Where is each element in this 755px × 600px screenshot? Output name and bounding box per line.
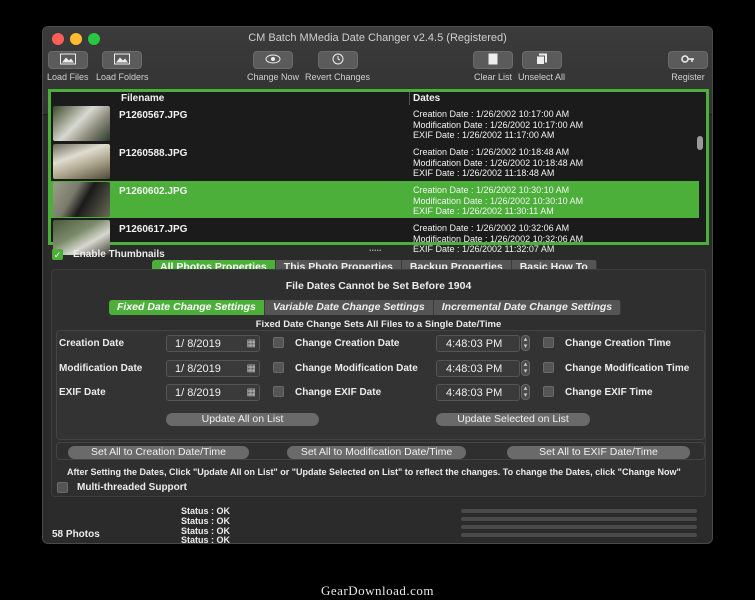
change-creation-time-checkbox[interactable] — [543, 337, 554, 348]
progress-bar — [461, 517, 697, 521]
clock-icon — [332, 53, 344, 67]
status-line: Status : OK — [181, 535, 231, 544]
revert-changes-button[interactable]: Revert Changes — [305, 51, 370, 82]
set-all-creation-button[interactable]: Set All to Creation Date/Time — [68, 446, 249, 459]
file-name: P1260602.JPG — [119, 186, 188, 197]
file-dates: Creation Date : 1/26/2002 10:32:06 AM Mod… — [413, 223, 584, 254]
progress-bar — [461, 509, 697, 513]
list-header: Filename Dates — [51, 92, 706, 105]
register-button[interactable]: Register — [668, 51, 708, 82]
register-label: Register — [671, 72, 705, 82]
change-creation-date-label: Change Creation Date — [295, 338, 400, 349]
enable-thumbnails-checkbox[interactable]: ✓ — [52, 249, 63, 260]
copy-icon — [535, 53, 548, 67]
change-exif-date-label: Change EXIF Date — [295, 387, 382, 398]
column-filename[interactable]: Filename — [121, 93, 164, 104]
date-mode-tabs: Fixed Date Change Settings Variable Date… — [109, 300, 622, 315]
change-exif-time-checkbox[interactable] — [543, 386, 554, 397]
load-folders-label: Load Folders — [96, 72, 149, 82]
set-all-exif-button[interactable]: Set All to EXIF Date/Time — [507, 446, 690, 459]
modification-time-field[interactable]: 4:48:03 PM — [436, 360, 520, 377]
exif-time-stepper[interactable]: ▴ ▾ — [521, 384, 530, 400]
multithreaded-checkbox[interactable] — [57, 482, 68, 493]
instructions-text: After Setting the Dates, Click "Update A… — [67, 467, 681, 477]
calendar-icon[interactable]: ▦ — [247, 387, 256, 398]
set-all-modification-button[interactable]: Set All to Modification Date/Time — [287, 446, 466, 459]
modification-date-field[interactable]: 1/ 8/2019 ▦ — [166, 360, 260, 377]
document-icon — [488, 53, 498, 67]
creation-date-field[interactable]: 1/ 8/2019 ▦ — [166, 335, 260, 352]
file-name: P1260567.JPG — [119, 110, 188, 121]
file-name: P1260617.JPG — [119, 224, 188, 235]
fixed-date-caption: Fixed Date Change Sets All Files to a Si… — [255, 319, 502, 330]
change-exif-time-label: Change EXIF Time — [565, 387, 653, 398]
creation-time-stepper[interactable]: ▴ ▾ — [521, 335, 530, 351]
change-modification-date-label: Change Modification Date — [295, 363, 418, 374]
clear-list-button[interactable]: Clear List — [473, 51, 513, 82]
tab-incremental-date[interactable]: Incremental Date Change Settings — [433, 300, 622, 315]
photo-count: 58 Photos — [52, 529, 100, 540]
watermark: GearDownload.com — [320, 583, 435, 598]
file-list[interactable]: Filename Dates P1260567.JPG Creation Dat… — [48, 89, 709, 255]
load-folders-button[interactable]: Load Folders — [96, 51, 149, 82]
photo-thumbnail — [53, 182, 110, 217]
enable-thumbnails-label: Enable Thumbnails — [73, 249, 165, 260]
unselect-all-button[interactable]: Unselect All — [518, 51, 565, 82]
list-scrollbar[interactable] — [697, 106, 703, 242]
tab-fixed-date[interactable]: Fixed Date Change Settings — [109, 300, 265, 315]
file-dates: Creation Date : 1/26/2002 10:18:48 AM Mod… — [413, 147, 584, 178]
calendar-icon[interactable]: ▦ — [247, 363, 256, 374]
load-files-label: Load Files — [47, 72, 89, 82]
date-notice: File Dates Cannot be Set Before 1904 — [285, 280, 472, 292]
file-dates: Creation Date : 1/26/2002 10:30:10 AM Mod… — [413, 185, 584, 216]
photo-thumbnail — [53, 144, 110, 179]
column-dates[interactable]: Dates — [413, 93, 440, 104]
change-now-button[interactable]: Change Now — [247, 51, 299, 82]
image-icon — [59, 53, 76, 67]
modification-date-label: Modification Date — [59, 363, 143, 374]
scrollbar-thumb[interactable] — [697, 136, 703, 150]
key-icon — [681, 54, 695, 66]
tab-variable-date[interactable]: Variable Date Change Settings — [264, 300, 434, 315]
change-now-label: Change Now — [247, 72, 300, 82]
exif-date-label: EXIF Date — [59, 387, 106, 398]
folder-images-icon — [114, 53, 131, 67]
update-selected-button[interactable]: Update Selected on List — [436, 413, 590, 426]
change-creation-time-label: Change Creation Time — [565, 338, 671, 349]
window-title: CM Batch MMedia Date Changer v2.4.5 (Reg… — [248, 32, 507, 44]
multithreaded-label: Multi-threaded Support — [77, 482, 187, 493]
unselect-all-label: Unselect All — [518, 72, 566, 82]
exif-time-field[interactable]: 4:48:03 PM — [436, 384, 520, 401]
creation-date-label: Creation Date — [59, 338, 125, 349]
update-all-button[interactable]: Update All on List — [166, 413, 319, 426]
list-row[interactable]: P1260588.JPG Creation Date : 1/26/2002 1… — [51, 143, 699, 180]
change-modification-time-label: Change Modification Time — [565, 363, 690, 374]
status-line: Status : OK — [181, 506, 231, 516]
load-files-button[interactable]: Load Files — [47, 51, 89, 82]
change-exif-date-checkbox[interactable] — [273, 386, 284, 397]
eye-icon — [265, 54, 281, 66]
revert-changes-label: Revert Changes — [305, 72, 371, 82]
file-dates: Creation Date : 1/26/2002 10:17:00 AM Mod… — [413, 109, 584, 140]
calendar-icon[interactable]: ▦ — [247, 338, 256, 349]
status-line: Status : OK — [181, 516, 231, 526]
clear-list-label: Clear List — [473, 72, 512, 82]
file-name: P1260588.JPG — [119, 148, 188, 159]
modification-time-stepper[interactable]: ▴ ▾ — [521, 360, 530, 376]
list-row-selected[interactable]: P1260602.JPG Creation Date : 1/26/2002 1… — [51, 181, 699, 218]
app-window: CM Batch MMedia Date Changer v2.4.5 (Reg… — [42, 26, 713, 544]
change-creation-date-checkbox[interactable] — [273, 337, 284, 348]
progress-bar — [461, 533, 697, 537]
exif-date-field[interactable]: 1/ 8/2019 ▦ — [166, 384, 260, 401]
creation-time-field[interactable]: 4:48:03 PM — [436, 335, 520, 352]
change-modification-date-checkbox[interactable] — [273, 362, 284, 373]
photo-thumbnail — [53, 106, 110, 141]
list-row[interactable]: P1260567.JPG Creation Date : 1/26/2002 1… — [51, 105, 699, 142]
splitter-handle[interactable]: ..... — [369, 243, 382, 253]
change-modification-time-checkbox[interactable] — [543, 362, 554, 373]
progress-bar — [461, 525, 697, 529]
